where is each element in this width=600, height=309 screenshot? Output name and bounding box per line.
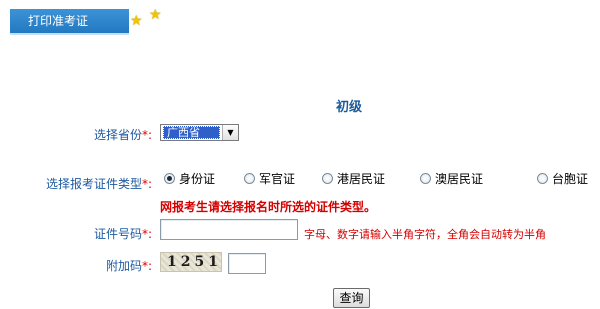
radio-officer-card[interactable]: 军官证: [244, 170, 295, 187]
radio-taiwan-permit[interactable]: 台胞证: [537, 170, 588, 187]
level-title: 初级: [336, 100, 363, 115]
star-icon: ★: [149, 7, 162, 23]
province-select[interactable]: 广西省 ▼: [160, 124, 239, 141]
province-label: 选择省份*:: [94, 128, 153, 142]
id-number-label: 证件号码*:: [94, 227, 153, 241]
captcha-input[interactable]: [228, 253, 266, 274]
radio-icon[interactable]: [322, 173, 333, 184]
radio-hk-resident[interactable]: 港居民证: [322, 170, 385, 187]
chevron-down-icon[interactable]: ▼: [222, 125, 238, 140]
radio-icon[interactable]: [420, 173, 431, 184]
id-number-hint: 字母、数字请输入半角字符，全角会自动转为半角: [304, 228, 546, 241]
tab-underline: [10, 33, 129, 35]
id-number-input[interactable]: [160, 219, 298, 240]
province-selected-value: 广西省: [163, 126, 220, 139]
star-icon: ★: [130, 13, 143, 29]
id-type-warning: 网报考生请选择报名时所选的证件类型。: [160, 200, 377, 214]
tab-print-admission-ticket[interactable]: 打印准考证: [10, 9, 129, 34]
captcha-image[interactable]: 1251: [160, 252, 222, 272]
captcha-label: 附加码*:: [106, 259, 153, 273]
radio-icon[interactable]: [537, 173, 548, 184]
query-button[interactable]: 查询: [333, 288, 370, 308]
radio-id-card[interactable]: 身份证: [164, 170, 215, 187]
radio-icon[interactable]: [244, 173, 255, 184]
id-type-label: 选择报考证件类型*:: [46, 177, 153, 191]
radio-checked-icon[interactable]: [164, 173, 175, 184]
radio-macau-resident[interactable]: 澳居民证: [420, 170, 483, 187]
